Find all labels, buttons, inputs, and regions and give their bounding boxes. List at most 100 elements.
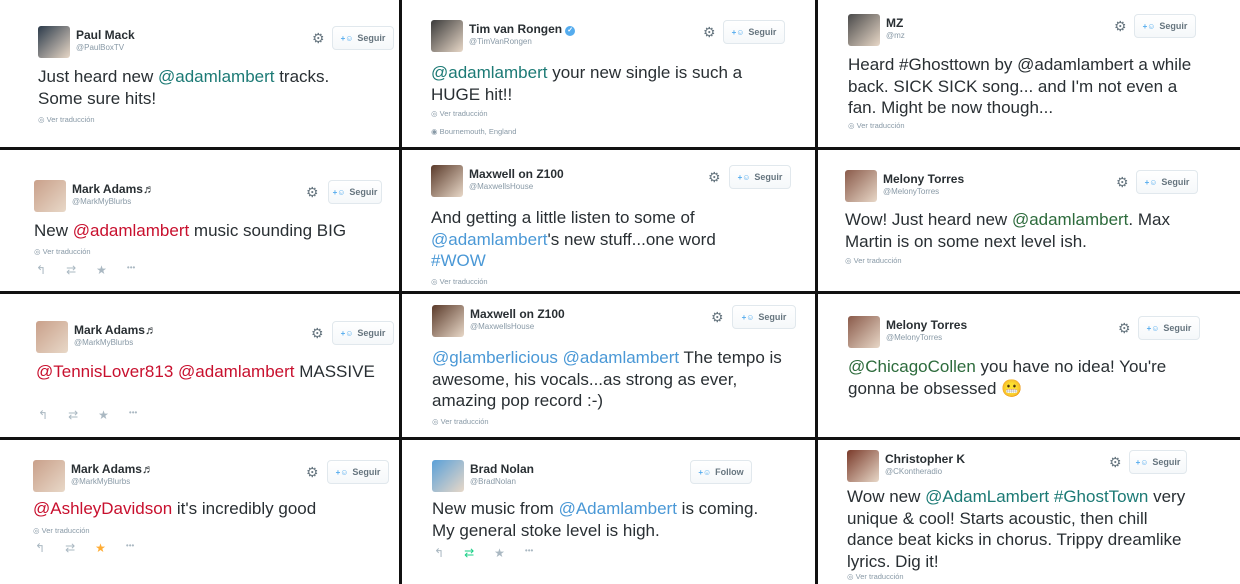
author-name[interactable]: Brad Nolan (470, 462, 534, 476)
translate-link[interactable]: ◎ Ver traducción (38, 115, 95, 124)
gear-icon[interactable]: ⚙ (1116, 175, 1129, 189)
follow-button[interactable]: +☺ Seguir (327, 460, 389, 484)
mention-link[interactable]: @adamlambert (178, 362, 294, 381)
follow-button[interactable]: +☺ Seguir (332, 26, 394, 50)
avatar[interactable] (845, 170, 877, 202)
translate-link[interactable]: ◎ Ver traducción (431, 109, 488, 118)
author-handle[interactable]: @PaulBoxTV (76, 43, 124, 52)
follow-button[interactable]: +☺ Follow (690, 460, 752, 484)
mention-link[interactable]: @adamlambert (431, 230, 547, 249)
more-icon[interactable]: ••• (126, 541, 134, 555)
avatar[interactable] (431, 165, 463, 197)
translate-link[interactable]: ◎ Ver traducción (34, 247, 91, 256)
gear-icon[interactable]: ⚙ (1109, 455, 1122, 469)
mention-link[interactable]: @adamlambert (431, 63, 547, 82)
mention-link[interactable]: @AshleyDavidson (33, 499, 172, 518)
author-handle[interactable]: @MarkMyBlurbs (72, 197, 131, 206)
gear-icon[interactable]: ⚙ (306, 185, 319, 199)
avatar[interactable] (848, 14, 880, 46)
more-icon[interactable]: ••• (127, 263, 135, 277)
author-handle[interactable]: @MaxwellsHouse (470, 322, 534, 331)
avatar[interactable] (432, 305, 464, 337)
mention-link[interactable]: @adamlambert (158, 67, 274, 86)
author-name[interactable]: Mark Adams♬ (72, 182, 155, 196)
author-name[interactable]: Maxwell on Z100 (469, 167, 564, 181)
avatar[interactable] (432, 460, 464, 492)
favorite-icon[interactable]: ★ (96, 263, 107, 277)
follow-button[interactable]: +☺ Seguir (1134, 14, 1196, 38)
avatar[interactable] (36, 321, 68, 353)
author-handle[interactable]: @MaxwellsHouse (469, 182, 533, 191)
retweet-icon[interactable]: ⇄ (68, 408, 78, 422)
gear-icon[interactable]: ⚙ (312, 31, 325, 45)
mention-link[interactable]: @Adamlambert (559, 499, 677, 518)
avatar[interactable] (34, 180, 66, 212)
avatar[interactable] (431, 20, 463, 52)
author-name[interactable]: Mark Adams♬ (74, 323, 157, 337)
follow-button[interactable]: +☺ Seguir (1129, 450, 1187, 474)
author-handle[interactable]: @MarkMyBlurbs (74, 338, 133, 347)
follow-button[interactable]: +☺ Seguir (723, 20, 785, 44)
reply-icon[interactable]: ↰ (35, 541, 45, 555)
gear-icon[interactable]: ⚙ (708, 170, 721, 184)
translate-link[interactable]: ◎ Ver traducción (431, 277, 488, 286)
reply-icon[interactable]: ↰ (434, 546, 444, 560)
follow-button[interactable]: +☺ Seguir (328, 180, 382, 204)
author-handle[interactable]: @MelonyTorres (883, 187, 939, 196)
gear-icon[interactable]: ⚙ (1118, 321, 1131, 335)
gear-icon[interactable]: ⚙ (1114, 19, 1127, 33)
favorite-icon[interactable]: ★ (494, 546, 505, 560)
gear-icon[interactable]: ⚙ (711, 310, 724, 324)
mention-link[interactable]: @adamlambert (563, 348, 679, 367)
mention-link[interactable]: @ChicagoCollen (848, 357, 976, 376)
translate-link[interactable]: ◎ Ver traducción (432, 417, 489, 426)
mention-link[interactable]: #WOW (431, 251, 486, 270)
translate-link[interactable]: ◎ Ver traducción (848, 121, 905, 130)
author-name[interactable]: Paul Mack (76, 28, 135, 42)
avatar[interactable] (38, 26, 70, 58)
follow-button[interactable]: +☺ Seguir (1138, 316, 1200, 340)
author-name[interactable]: Melony Torres (883, 172, 964, 186)
author-name[interactable]: Christopher K (885, 452, 965, 466)
follow-button[interactable]: +☺ Seguir (732, 305, 796, 329)
gear-icon[interactable]: ⚙ (306, 465, 319, 479)
gear-icon[interactable]: ⚙ (311, 326, 324, 340)
author-handle[interactable]: @MarkMyBlurbs (71, 477, 130, 486)
author-handle[interactable]: @CKontheradio (885, 467, 942, 476)
reply-icon[interactable]: ↰ (36, 263, 46, 277)
avatar[interactable] (847, 450, 879, 482)
retweet-icon[interactable]: ⇄ (66, 263, 76, 277)
avatar[interactable] (33, 460, 65, 492)
mention-link[interactable]: #GhostTown (1054, 487, 1149, 506)
favorite-icon[interactable]: ★ (95, 541, 106, 555)
author-handle[interactable]: @MelonyTorres (886, 333, 942, 342)
reply-icon[interactable]: ↰ (38, 408, 48, 422)
author-name[interactable]: Mark Adams♬ (71, 462, 154, 476)
translate-link[interactable]: ◎ Ver traducción (847, 572, 904, 581)
more-icon[interactable]: ••• (129, 408, 137, 422)
follow-button[interactable]: +☺ Seguir (332, 321, 394, 345)
author-name[interactable]: MZ (886, 16, 903, 30)
follow-button[interactable]: +☺ Seguir (729, 165, 791, 189)
author-name[interactable]: Tim van Rongen ✓ (469, 22, 576, 36)
mention-link[interactable]: @TennisLover813 (36, 362, 173, 381)
avatar[interactable] (848, 316, 880, 348)
author-handle[interactable]: @TimVanRongen (469, 37, 532, 46)
retweet-icon[interactable]: ⇄ (65, 541, 75, 555)
retweet-icon[interactable]: ⇄ (464, 546, 474, 560)
author-name[interactable]: Maxwell on Z100 (470, 307, 565, 321)
mention-link[interactable]: @glamberlicious (432, 348, 558, 367)
mention-link[interactable]: @adamlambert (1012, 210, 1128, 229)
more-icon[interactable]: ••• (525, 546, 533, 560)
follow-button[interactable]: +☺ Seguir (1136, 170, 1198, 194)
gear-icon[interactable]: ⚙ (703, 25, 716, 39)
author-handle[interactable]: @mz (886, 31, 905, 40)
translate-link[interactable]: ◎ Ver traducción (845, 256, 902, 265)
mention-link[interactable]: @adamlambert (73, 221, 189, 240)
tweet-location[interactable]: ◉ Bournemouth, England (431, 127, 516, 136)
author-handle[interactable]: @BradNolan (470, 477, 516, 486)
author-name[interactable]: Melony Torres (886, 318, 967, 332)
translate-link[interactable]: ◎ Ver traducción (33, 526, 90, 535)
favorite-icon[interactable]: ★ (98, 408, 109, 422)
mention-link[interactable]: @AdamLambert (925, 487, 1049, 506)
